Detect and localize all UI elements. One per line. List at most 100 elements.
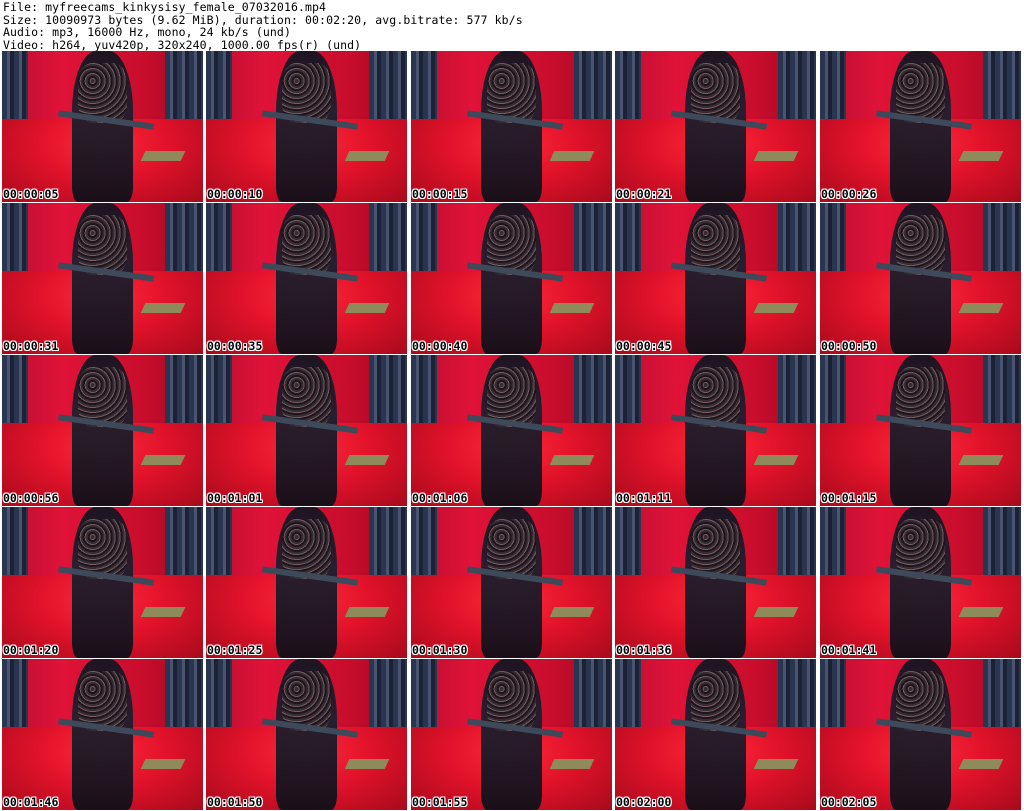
- thumbnail-scene-part: [165, 51, 203, 130]
- thumbnail-scene-part: [615, 203, 641, 282]
- thumbnail-scene-part: [369, 203, 407, 282]
- thumbnail-scene-part: [369, 355, 407, 434]
- thumbnail-timestamp: 00:00:35: [207, 339, 263, 353]
- video-thumbnail: 00:00:15: [411, 51, 612, 202]
- thumbnail-scene-part: [983, 659, 1021, 738]
- thumbnail-scene-part: [820, 203, 846, 282]
- thumbnail-scene-part: [206, 203, 232, 282]
- thumbnail-scene-part: [983, 355, 1021, 434]
- video-thumbnail: 00:01:41: [820, 507, 1021, 658]
- thumbnail-scene-part: [574, 659, 612, 738]
- thumbnail-scene-part: [369, 507, 407, 586]
- video-thumbnail: 00:01:50: [206, 659, 407, 810]
- file-name-line: File: myfreecams_kinkysisy_female_070320…: [3, 0, 327, 14]
- thumbnail-scene-part: [574, 51, 612, 130]
- thumbnail-timestamp: 00:01:36: [616, 643, 672, 657]
- thumbnail-timestamp: 00:00:31: [3, 339, 59, 353]
- thumbnail-scene-part: [344, 150, 390, 161]
- thumbnail-timestamp: 00:01:01: [207, 491, 263, 505]
- thumbnail-scene-part: [2, 659, 28, 738]
- thumbnail-scene-part: [958, 454, 1004, 465]
- thumbnail-scene-part: [344, 606, 390, 617]
- thumbnail-scene-part: [165, 659, 203, 738]
- thumbnail-scene-part: [2, 507, 28, 586]
- video-thumbnail: 00:01:20: [2, 507, 203, 658]
- thumbnail-scene-part: [820, 659, 846, 738]
- thumbnail-scene-part: [140, 302, 186, 313]
- thumbnail-timestamp: 00:01:30: [412, 643, 468, 657]
- thumbnail-scene-part: [958, 302, 1004, 313]
- thumbnail-scene-part: [411, 507, 437, 586]
- thumbnail-scene-part: [753, 758, 799, 769]
- thumbnail-scene-part: [140, 606, 186, 617]
- thumbnail-scene-part: [574, 507, 612, 586]
- video-thumbnail: 00:01:06: [411, 355, 612, 506]
- video-thumbnail: 00:00:10: [206, 51, 407, 202]
- thumbnail-scene-part: [369, 659, 407, 738]
- video-thumbnail: 00:00:26: [820, 51, 1021, 202]
- thumbnail-grid: 00:00:05 00:00:10 00:00:15 00:00:21 00:00:26…: [0, 51, 1024, 811]
- thumbnail-timestamp: 00:00:45: [616, 339, 672, 353]
- thumbnail-scene-part: [411, 203, 437, 282]
- thumbnail-scene-part: [820, 51, 846, 130]
- video-thumbnail: 00:00:31: [2, 203, 203, 354]
- video-thumbnail: 00:00:05: [2, 51, 203, 202]
- thumbnail-scene-part: [753, 150, 799, 161]
- video-thumbnail: 00:02:05: [820, 659, 1021, 810]
- thumbnail-scene-part: [165, 507, 203, 586]
- thumbnail-timestamp: 00:00:10: [207, 187, 263, 201]
- thumbnail-scene-part: [344, 758, 390, 769]
- video-thumbnail: 00:01:01: [206, 355, 407, 506]
- thumbnail-scene-part: [615, 355, 641, 434]
- file-info-header: File: myfreecams_kinkysisy_female_070320…: [3, 1, 523, 51]
- thumbnail-scene-part: [411, 355, 437, 434]
- thumbnail-timestamp: 00:00:15: [412, 187, 468, 201]
- video-thumbnail: 00:01:11: [615, 355, 816, 506]
- thumbnail-timestamp: 00:01:41: [821, 643, 877, 657]
- thumbnail-scene-part: [369, 51, 407, 130]
- thumbnail-timestamp: 00:00:40: [412, 339, 468, 353]
- video-thumbnail: 00:00:50: [820, 203, 1021, 354]
- thumbnail-scene-part: [820, 507, 846, 586]
- thumbnail-scene-part: [411, 51, 437, 130]
- thumbnail-scene-part: [549, 454, 595, 465]
- video-thumbnail: 00:01:15: [820, 355, 1021, 506]
- thumbnail-timestamp: 00:00:26: [821, 187, 877, 201]
- thumbnail-timestamp: 00:02:00: [616, 795, 672, 809]
- thumbnail-scene-part: [344, 302, 390, 313]
- thumbnail-timestamp: 00:00:56: [3, 491, 59, 505]
- thumbnail-scene-part: [778, 659, 816, 738]
- thumbnail-timestamp: 00:01:06: [412, 491, 468, 505]
- thumbnail-scene-part: [549, 758, 595, 769]
- thumbnail-timestamp: 00:01:46: [3, 795, 59, 809]
- video-thumbnail: 00:00:45: [615, 203, 816, 354]
- thumbnail-scene-part: [206, 51, 232, 130]
- thumbnail-scene-part: [778, 203, 816, 282]
- thumbnail-scene-part: [778, 51, 816, 130]
- thumbnail-scene-part: [549, 150, 595, 161]
- thumbnail-scene-part: [2, 203, 28, 282]
- thumbnail-timestamp: 00:01:11: [616, 491, 672, 505]
- video-thumbnail: 00:00:35: [206, 203, 407, 354]
- thumbnail-timestamp: 00:00:21: [616, 187, 672, 201]
- thumbnail-scene-part: [206, 507, 232, 586]
- thumbnail-scene-part: [958, 606, 1004, 617]
- thumbnail-scene-part: [958, 150, 1004, 161]
- thumbnail-scene-part: [165, 355, 203, 434]
- thumbnail-scene-part: [983, 51, 1021, 130]
- thumbnail-timestamp: 00:01:55: [412, 795, 468, 809]
- thumbnail-scene-part: [140, 454, 186, 465]
- thumbnail-scene-part: [753, 302, 799, 313]
- thumbnail-scene-part: [206, 355, 232, 434]
- thumbnail-scene-part: [140, 758, 186, 769]
- thumbnail-timestamp: 00:00:05: [3, 187, 59, 201]
- thumbnail-scene-part: [549, 606, 595, 617]
- thumbnail-scene-part: [344, 454, 390, 465]
- video-thumbnail: 00:01:46: [2, 659, 203, 810]
- thumbnail-timestamp: 00:01:25: [207, 643, 263, 657]
- thumbnail-scene-part: [411, 659, 437, 738]
- video-thumbnail: 00:00:40: [411, 203, 612, 354]
- video-info-line: Video: h264, yuv420p, 320x240, 1000.00 f…: [3, 37, 362, 52]
- thumbnail-scene-part: [615, 51, 641, 130]
- thumbnail-scene-part: [2, 51, 28, 130]
